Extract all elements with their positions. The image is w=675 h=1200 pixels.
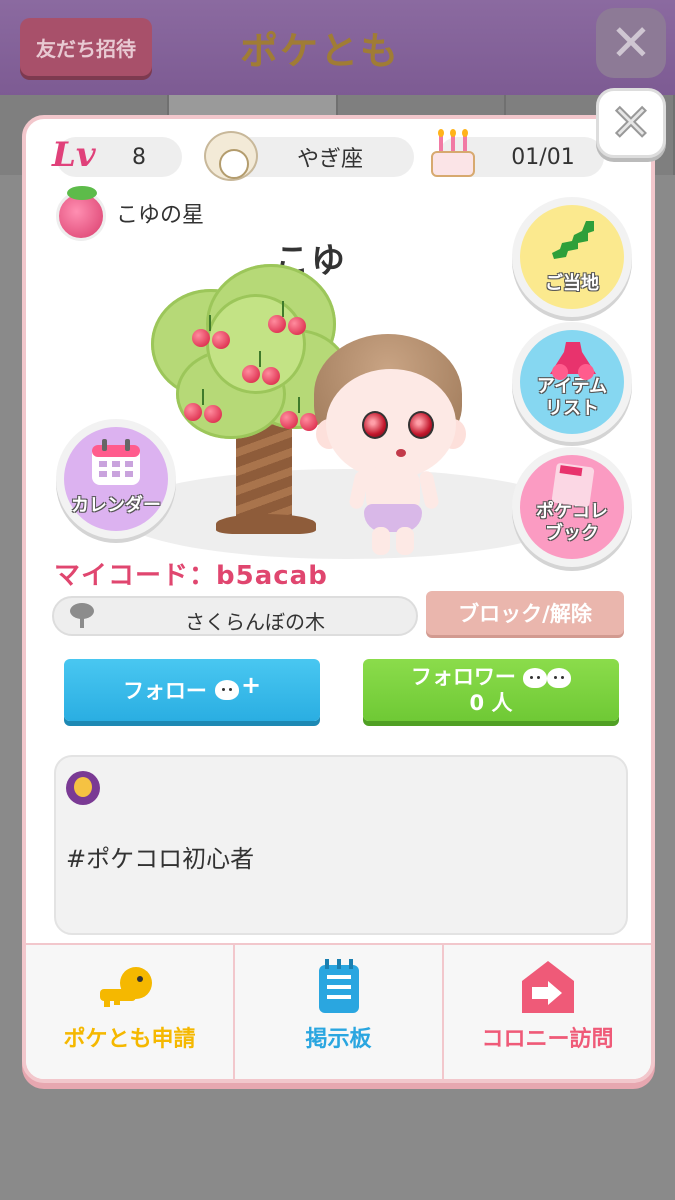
bottom-nav: ポケとも申請 掲示板 コロニー訪問	[26, 943, 651, 1079]
tree-name: さくらんぼの木	[185, 610, 325, 634]
item-list-label-2: リスト	[544, 398, 599, 419]
colony-visit-label: コロニー訪問	[481, 1027, 614, 1052]
local-button[interactable]: ご当地	[512, 197, 632, 317]
tree-pill: さくらんぼの木	[52, 596, 418, 636]
follower-button[interactable]: フォロワー 0 人	[363, 659, 619, 721]
close-icon: ✕	[609, 93, 653, 153]
local-label: ご当地	[545, 273, 599, 294]
follow-button[interactable]: フォロー +	[64, 659, 320, 721]
item-list-button[interactable]: アイテム リスト	[512, 322, 632, 442]
follower-count: 0 人	[469, 691, 513, 715]
ground-shadow	[116, 469, 576, 559]
tree-icon	[70, 603, 94, 628]
calendar-label: カレンダー	[71, 495, 161, 516]
door-icon	[522, 961, 574, 1013]
bio-box: #ポケコロ初心者	[54, 755, 628, 935]
followers-icon	[523, 668, 548, 688]
profile-popup: 8 Lv やぎ座 01/01 こゆの星 こゆ ご当地 アイテム リスト カレンダ…	[22, 115, 655, 1083]
app-title: ポケとも	[240, 29, 401, 73]
zodiac-value: やぎ座	[296, 147, 363, 172]
popup-close-button[interactable]: ✕	[596, 88, 666, 158]
person-emoji-icon	[66, 771, 100, 805]
follow-add-icon	[214, 680, 239, 700]
friend-request-button[interactable]: ポケとも申請	[26, 945, 235, 1079]
board-button[interactable]: 掲示板	[235, 945, 444, 1079]
planet-name: こゆの星	[116, 203, 205, 228]
goat-icon	[204, 131, 258, 181]
invite-friend-button[interactable]: 友だち招待	[20, 18, 152, 76]
calendar-button[interactable]: カレンダー	[56, 419, 176, 539]
block-button[interactable]: ブロック/解除	[426, 591, 624, 635]
key-icon	[100, 967, 152, 1007]
cake-icon	[429, 129, 477, 181]
app-header: 友だち招待 ポケとも ✕	[0, 0, 675, 95]
friend-request-label: ポケとも申請	[63, 1027, 196, 1052]
book-icon	[551, 463, 595, 507]
birthday-value: 01/01	[511, 144, 575, 170]
level-value: 8	[132, 144, 146, 170]
japan-map-icon	[552, 221, 594, 259]
my-code: マイコード：b5acab	[54, 561, 328, 591]
pokecolle-book-button[interactable]: ポケコレ ブック	[512, 447, 632, 567]
follower-label: フォロワー	[410, 665, 516, 689]
colony-visit-button[interactable]: コロニー訪問	[444, 945, 651, 1079]
app-close-button[interactable]: ✕	[596, 8, 666, 78]
calendar-icon	[92, 439, 140, 485]
memo-icon	[319, 959, 359, 1013]
pokecolle-label-2: ブック	[545, 523, 599, 544]
level-badge: Lv	[52, 135, 96, 175]
dress-icon	[550, 342, 596, 380]
close-icon: ✕	[610, 14, 652, 72]
planet-icon	[56, 186, 106, 241]
board-label: 掲示板	[305, 1027, 372, 1052]
follow-label: フォロー	[122, 679, 207, 703]
bio-text: #ポケコロ初心者	[66, 845, 255, 873]
